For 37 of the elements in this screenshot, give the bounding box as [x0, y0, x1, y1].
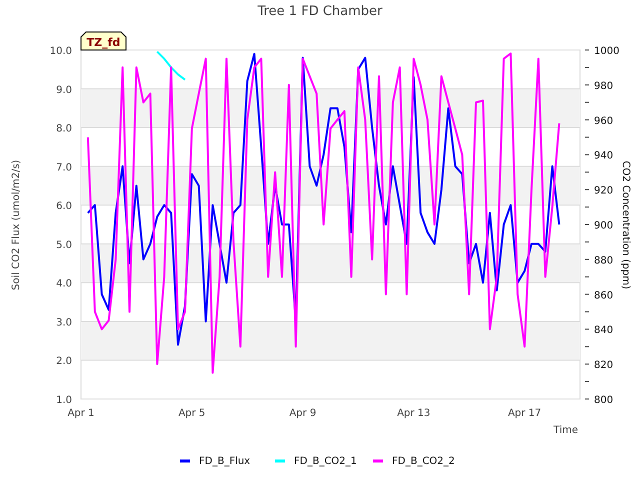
- y2-tick-label: 1000: [594, 46, 620, 57]
- y-tick-label: 10.0: [50, 46, 72, 57]
- y-tick-label: 6.0: [56, 201, 72, 212]
- legend-swatch: [275, 460, 285, 462]
- legend-label: FD_B_CO2_2: [392, 456, 455, 467]
- x-tick-label: Apr 1: [68, 408, 94, 419]
- legend-swatch: [373, 460, 383, 462]
- legend-swatch: [180, 460, 190, 462]
- y-tick-label: 7.0: [56, 162, 72, 174]
- x-tick-label: Apr 13: [397, 408, 430, 419]
- site-tag: TZ_fd: [80, 32, 126, 50]
- y2-tick-label: 980: [594, 80, 614, 92]
- y-tick-label: 9.0: [56, 84, 72, 96]
- y2-tick-label: 940: [594, 150, 614, 162]
- y2-axis-title: CO2 Concentration (ppm): [620, 160, 631, 290]
- y2-tick-label: 920: [594, 186, 614, 197]
- y2-tick-label: 880: [594, 255, 614, 266]
- y2-tick-label: 800: [594, 395, 614, 406]
- legend-label: FD_B_Flux: [199, 456, 250, 467]
- x-tick-label: Apr 5: [178, 408, 206, 419]
- y-tick-label: 2.0: [56, 356, 72, 368]
- y2-tick-label: 840: [594, 325, 614, 336]
- x-axis-title: Time: [554, 425, 578, 436]
- y-tick-label: 3.0: [56, 317, 72, 328]
- y-axis-title: Soil CO2 Flux (umol/m2/s): [11, 160, 22, 290]
- y2-tick-label: 900: [594, 220, 614, 232]
- y-tick-label: 1.0: [56, 395, 72, 406]
- y-tick-label: 5.0: [56, 240, 72, 251]
- x-tick-label: Apr 9: [289, 408, 316, 419]
- x-tick-label: Apr 17: [508, 408, 542, 419]
- y2-tick-label: 820: [594, 360, 614, 372]
- chart-title: Tree 1 FD Chamber: [258, 4, 382, 19]
- y2-tick-label: 960: [594, 116, 614, 127]
- legend-label: FD_B_CO2_1: [294, 456, 357, 467]
- y-tick-label: 4.0: [56, 278, 72, 290]
- y-tick-label: 8.0: [56, 124, 72, 135]
- y2-tick-label: 860: [594, 290, 614, 302]
